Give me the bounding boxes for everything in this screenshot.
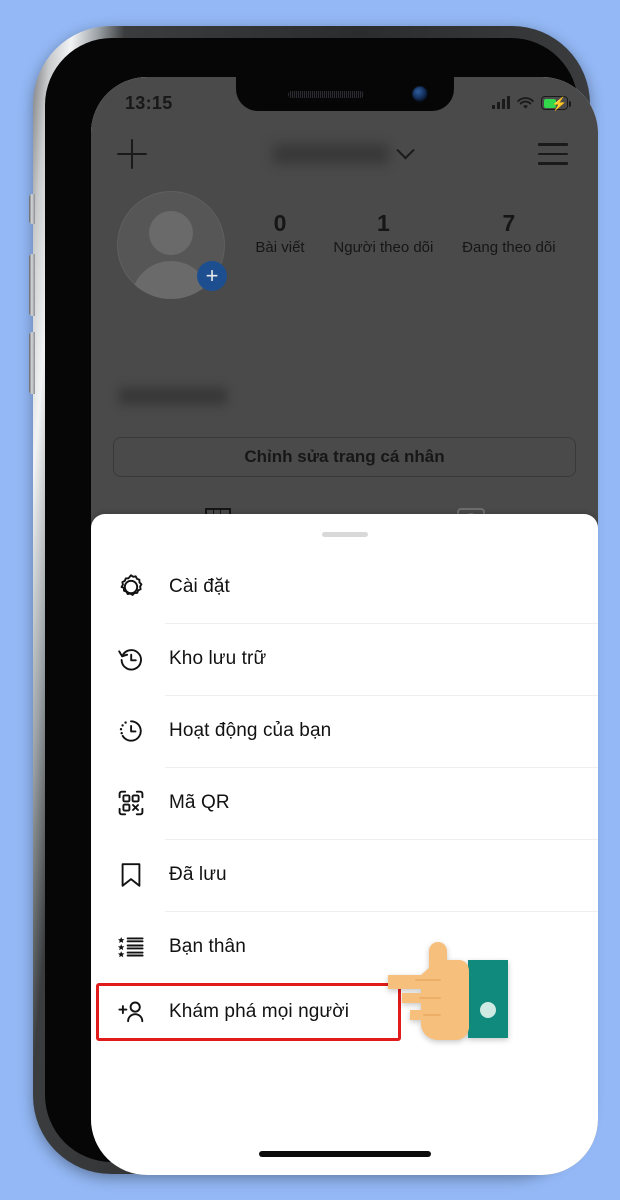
gear-icon xyxy=(113,569,149,605)
stat-followers[interactable]: 1 Người theo dõi xyxy=(333,209,433,256)
status-bar-time: 13:15 xyxy=(125,92,173,113)
add-person-icon xyxy=(113,994,149,1030)
plus-badge-icon[interactable]: + xyxy=(197,261,227,291)
menu-item-archive[interactable]: Kho lưu trữ xyxy=(91,623,598,695)
qr-code-icon xyxy=(113,785,149,821)
battery-charging-icon: ⚡ xyxy=(541,96,571,111)
plus-icon[interactable] xyxy=(117,139,147,169)
profile-header: + 0 Bài viết 1 Người theo dõi 7 Đang the… xyxy=(91,191,598,321)
activity-clock-icon xyxy=(113,713,149,749)
menu-item-label: Bạn thân xyxy=(169,936,246,957)
phone-frame: 13:15 ⚡ + 0 Bài viết 1 Người theo dõi 7 … xyxy=(29,26,598,1175)
menu-item-label: Đã lưu xyxy=(169,864,227,885)
volume-up-button[interactable] xyxy=(29,254,35,316)
pointing-hand-cursor xyxy=(388,942,508,1040)
menu-item-your-activity[interactable]: Hoạt động của bạn xyxy=(91,695,598,767)
profile-stats: 0 Bài viết 1 Người theo dõi 7 Đang theo … xyxy=(225,191,572,321)
menu-list: Cài đặt Kho lưu trữ Hoạt động của bạn Mã… xyxy=(91,551,598,1041)
menu-item-qr-code[interactable]: Mã QR xyxy=(91,767,598,839)
stat-posts-label: Bài viết xyxy=(255,238,305,256)
volume-down-button[interactable] xyxy=(29,332,35,394)
menu-item-label: Hoạt động của bạn xyxy=(169,720,332,741)
chevron-down-icon[interactable] xyxy=(396,140,415,159)
stat-posts[interactable]: 0 Bài viết xyxy=(255,209,304,256)
stat-posts-value: 0 xyxy=(273,210,287,236)
username-switcher[interactable] xyxy=(273,140,415,164)
stat-following[interactable]: 7 Đang theo dõi xyxy=(462,209,555,256)
close-friends-star-list-icon xyxy=(113,929,149,965)
menu-item-settings[interactable]: Cài đặt xyxy=(91,551,598,623)
wifi-icon xyxy=(517,96,534,109)
phone-notch xyxy=(235,77,454,111)
stat-followers-label: Người theo dõi xyxy=(333,238,434,256)
archive-clock-icon xyxy=(113,641,149,677)
hamburger-menu-icon[interactable] xyxy=(538,143,568,165)
stat-followers-value: 1 xyxy=(376,210,390,236)
profile-fullname-blurred xyxy=(119,387,227,405)
drag-handle[interactable] xyxy=(321,532,368,537)
cellular-bars-icon xyxy=(492,96,510,109)
status-bar-icons: ⚡ xyxy=(492,96,571,111)
menu-item-saved[interactable]: Đã lưu xyxy=(91,839,598,911)
bookmark-icon xyxy=(113,857,149,893)
menu-item-label: Kho lưu trữ xyxy=(169,648,267,669)
menu-item-label: Mã QR xyxy=(169,792,230,813)
menu-item-discover-people[interactable]: Khám phá mọi người xyxy=(96,983,401,1041)
profile-nav-bar xyxy=(91,123,598,185)
stat-following-label: Đang theo dõi xyxy=(462,238,556,256)
edit-profile-button[interactable]: Chỉnh sửa trang cá nhân xyxy=(113,437,576,477)
avatar[interactable]: + xyxy=(117,191,227,299)
mute-switch[interactable] xyxy=(29,194,35,224)
speaker-grille-icon xyxy=(287,91,364,98)
username-label-blurred xyxy=(273,144,389,164)
menu-item-label: Cài đặt xyxy=(169,576,230,597)
phone-screen: 13:15 ⚡ + 0 Bài viết 1 Người theo dõi 7 … xyxy=(91,77,598,1175)
home-indicator-bar[interactable] xyxy=(258,1151,431,1157)
stat-following-value: 7 xyxy=(502,210,516,236)
front-camera-icon xyxy=(411,86,428,102)
menu-item-close-friends[interactable]: Bạn thân xyxy=(91,911,598,983)
menu-item-label: Khám phá mọi người xyxy=(169,1001,350,1022)
bottom-sheet-menu: Cài đặt Kho lưu trữ Hoạt động của bạn Mã… xyxy=(91,514,598,1175)
